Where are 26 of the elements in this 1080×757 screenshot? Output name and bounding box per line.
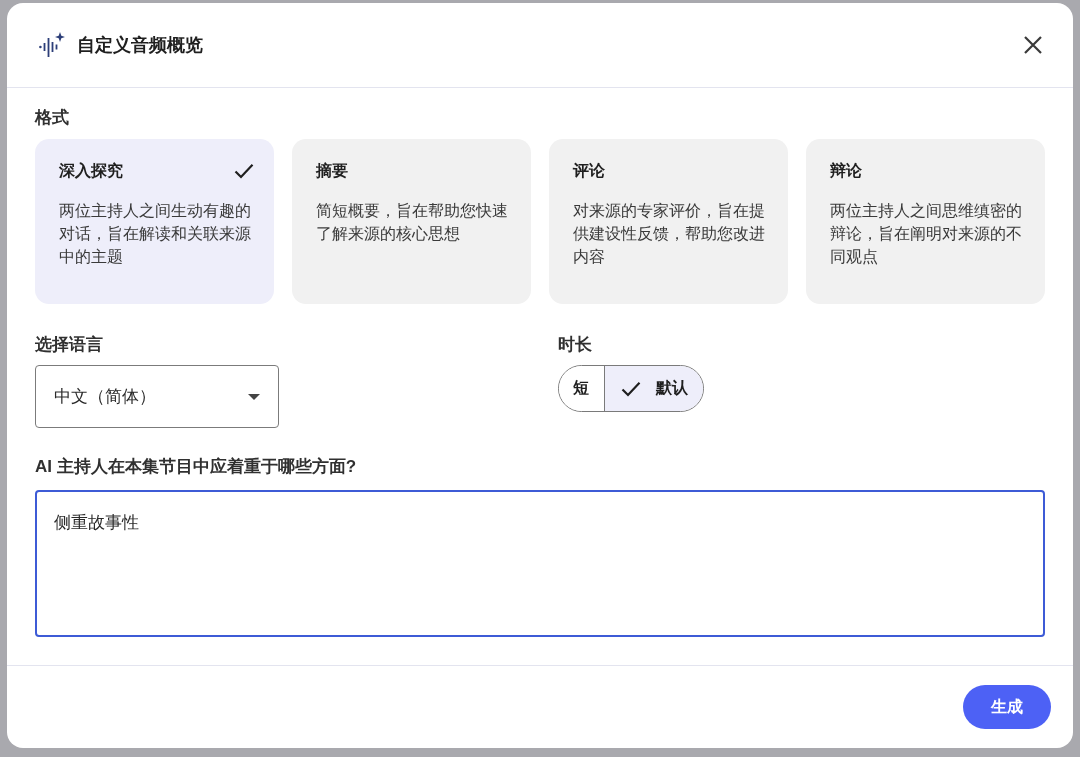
duration-option[interactable]: 默认: [604, 366, 703, 411]
section-label: 格式: [35, 108, 69, 128]
format-card[interactable]: 评论 对来源的专家评价，旨在提供建设性反馈，帮助您改进内容: [549, 139, 788, 304]
format-title: 评论: [573, 161, 605, 181]
format-card[interactable]: 深入探究 两位主持人之间生动有趣的对话，旨在解读和关联来源中的主题: [35, 139, 274, 304]
format-description: 对来源的专家评价，旨在提供建设性反馈，帮助您改进内容: [573, 201, 766, 267]
field-label: AI 主持人在本集节目中应着重于哪些方面?: [35, 457, 357, 477]
language-dropdown[interactable]: 中文（简体）: [35, 365, 279, 428]
caret-icon: [248, 393, 260, 400]
format-title: 深入探究: [59, 161, 123, 181]
check-icon: [621, 380, 641, 397]
generate-button[interactable]: 生成: [963, 685, 1051, 729]
format-title: 摘要: [316, 161, 348, 181]
close-icon: [1024, 36, 1042, 54]
format-description: 两位主持人之间生动有趣的对话，旨在解读和关联来源中的主题: [59, 201, 252, 267]
waveform-sparkle-icon: [39, 32, 65, 58]
format-card[interactable]: 摘要 简短概要，旨在帮助您快速了解来源的核心思想: [292, 139, 531, 304]
text-area[interactable]: 侧重故事性: [35, 490, 1045, 637]
field-label: 选择语言: [35, 335, 103, 355]
format-description: 两位主持人之间思维缜密的辩论，旨在阐明对来源的不同观点: [830, 201, 1023, 267]
field-label: 时长: [558, 335, 592, 355]
format-description: 简短概要，旨在帮助您快速了解来源的核心思想: [316, 201, 509, 244]
dialog-title: 自定义音频概览: [77, 34, 204, 57]
check-icon: [234, 163, 254, 179]
format-title: 辩论: [830, 161, 862, 181]
format-card[interactable]: 辩论 两位主持人之间思维缜密的辩论，旨在阐明对来源的不同观点: [806, 139, 1045, 304]
